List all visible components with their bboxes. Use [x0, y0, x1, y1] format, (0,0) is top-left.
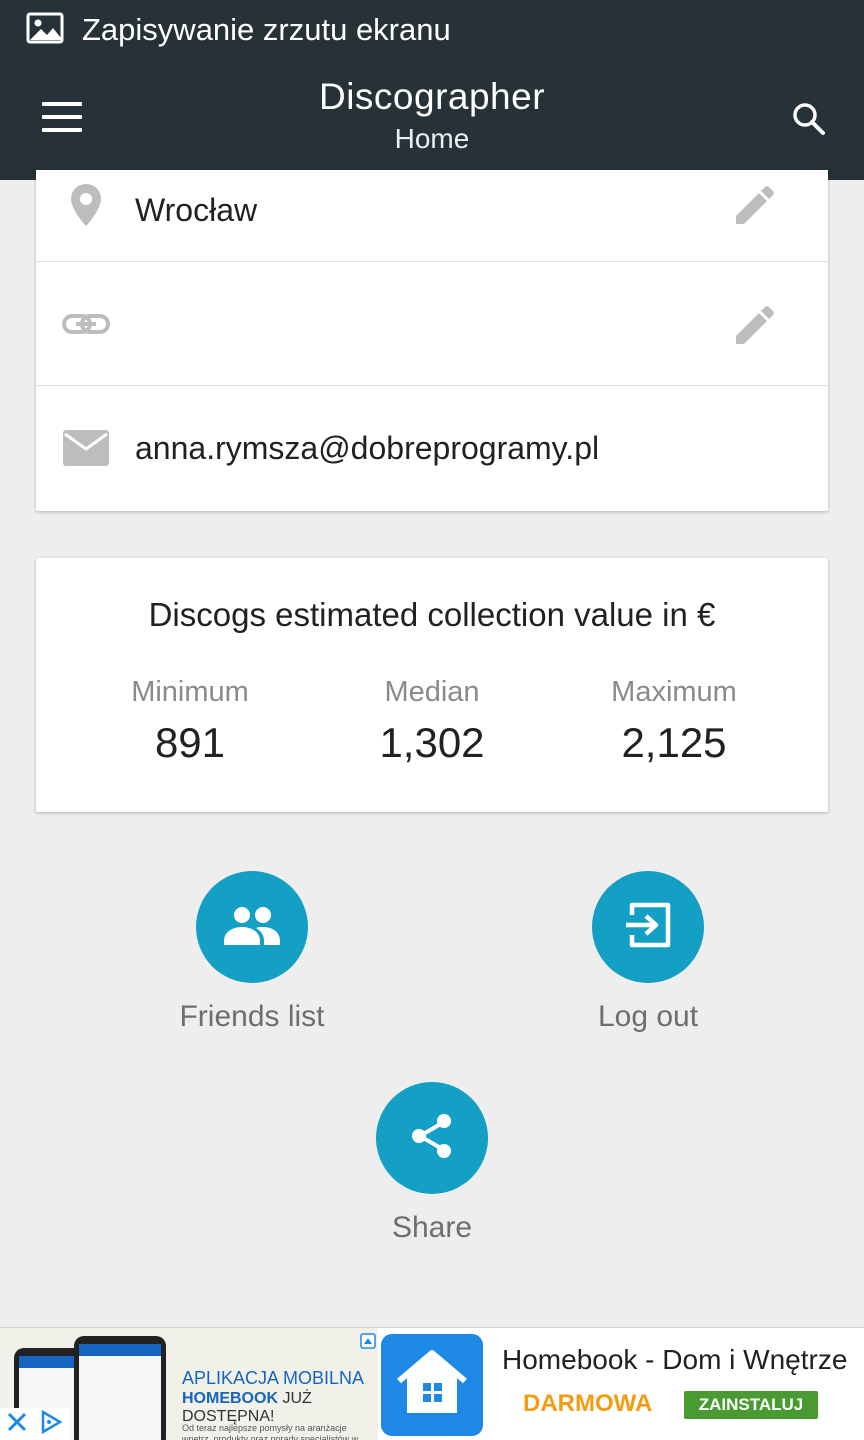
house-icon — [393, 1347, 471, 1424]
stat-maximum: Maximum 2,125 — [554, 676, 794, 767]
ad-brand: HOMEBOOK — [182, 1390, 278, 1407]
ad-app-name[interactable]: Homebook - Dom i Wnętrze — [502, 1344, 847, 1376]
email-envelope-icon — [58, 420, 114, 476]
edit-website-pencil-icon[interactable] — [726, 296, 782, 352]
ad-install-button[interactable]: ZAINSTALUJ — [684, 1391, 818, 1419]
website-row — [36, 262, 828, 386]
share-label[interactable]: Share — [312, 1211, 552, 1245]
stat-value: 891 — [154, 719, 226, 766]
stat-label: Median — [384, 676, 480, 708]
ad-choices-icon[interactable] — [38, 1409, 64, 1440]
image-icon — [26, 12, 64, 49]
collection-value-title: Discogs estimated collection value in € — [148, 596, 716, 633]
location-text: Wrocław — [135, 192, 258, 228]
stat-label: Minimum — [131, 676, 249, 708]
app-title: Discographer — [318, 76, 546, 117]
status-bar: Zapisywanie zrzutu ekranu — [0, 0, 864, 60]
ad-close-icon[interactable] — [6, 1411, 28, 1438]
stat-value: 1,302 — [379, 719, 485, 766]
ad-banner[interactable]: APLIKACJA MOBILNA HOMEBOOK JUŻ DOSTĘPNA!… — [0, 1327, 864, 1440]
friends-list-label[interactable]: Friends list — [132, 1000, 372, 1034]
stat-median: Median 1,302 — [312, 676, 552, 767]
email-row: anna.rymsza@dobreprogramy.pl — [36, 386, 828, 510]
stat-value: 2,125 — [621, 719, 727, 766]
edit-location-pencil-icon[interactable] — [726, 176, 782, 232]
status-text: Zapisywanie zrzutu ekranu — [82, 12, 451, 47]
app-titles: Discographer Home — [0, 74, 864, 158]
ad-app-logo[interactable] — [378, 1331, 486, 1439]
email-text: anna.rymsza@dobreprogramy.pl — [135, 430, 600, 466]
location-row: Wrocław — [36, 180, 828, 262]
stat-label: Maximum — [611, 676, 737, 708]
log-out-button[interactable] — [592, 871, 704, 983]
location-pin-icon — [58, 178, 114, 234]
ad-tagline-row: HOMEBOOK JUŻ DOSTĘPNA! — [182, 1390, 378, 1426]
ad-fine-print: Od teraz najlepsze pomysły na aranżacje … — [182, 1423, 359, 1440]
search-icon[interactable] — [786, 96, 832, 142]
ad-controls — [0, 1408, 70, 1440]
people-icon — [220, 901, 284, 954]
app-subtitle: Home — [394, 123, 470, 154]
share-icon — [406, 1110, 458, 1167]
ad-info-icon[interactable] — [360, 1333, 376, 1349]
exit-to-app-icon — [620, 897, 676, 958]
ad-price: DARMOWA — [523, 1390, 653, 1417]
app-bar: Discographer Home — [0, 60, 864, 180]
profile-card: Wrocław anna.rymsza@dobreprogramy.pl — [36, 170, 828, 511]
link-icon — [58, 296, 114, 352]
ad-headline: APLIKACJA MOBILNA — [182, 1368, 365, 1388]
share-button[interactable] — [376, 1082, 488, 1194]
log-out-label[interactable]: Log out — [528, 1000, 768, 1034]
ad-phone-graphic — [74, 1336, 166, 1440]
collection-value-card: Discogs estimated collection value in € … — [36, 558, 828, 812]
stat-minimum: Minimum 891 — [70, 676, 310, 767]
friends-list-button[interactable] — [196, 871, 308, 983]
